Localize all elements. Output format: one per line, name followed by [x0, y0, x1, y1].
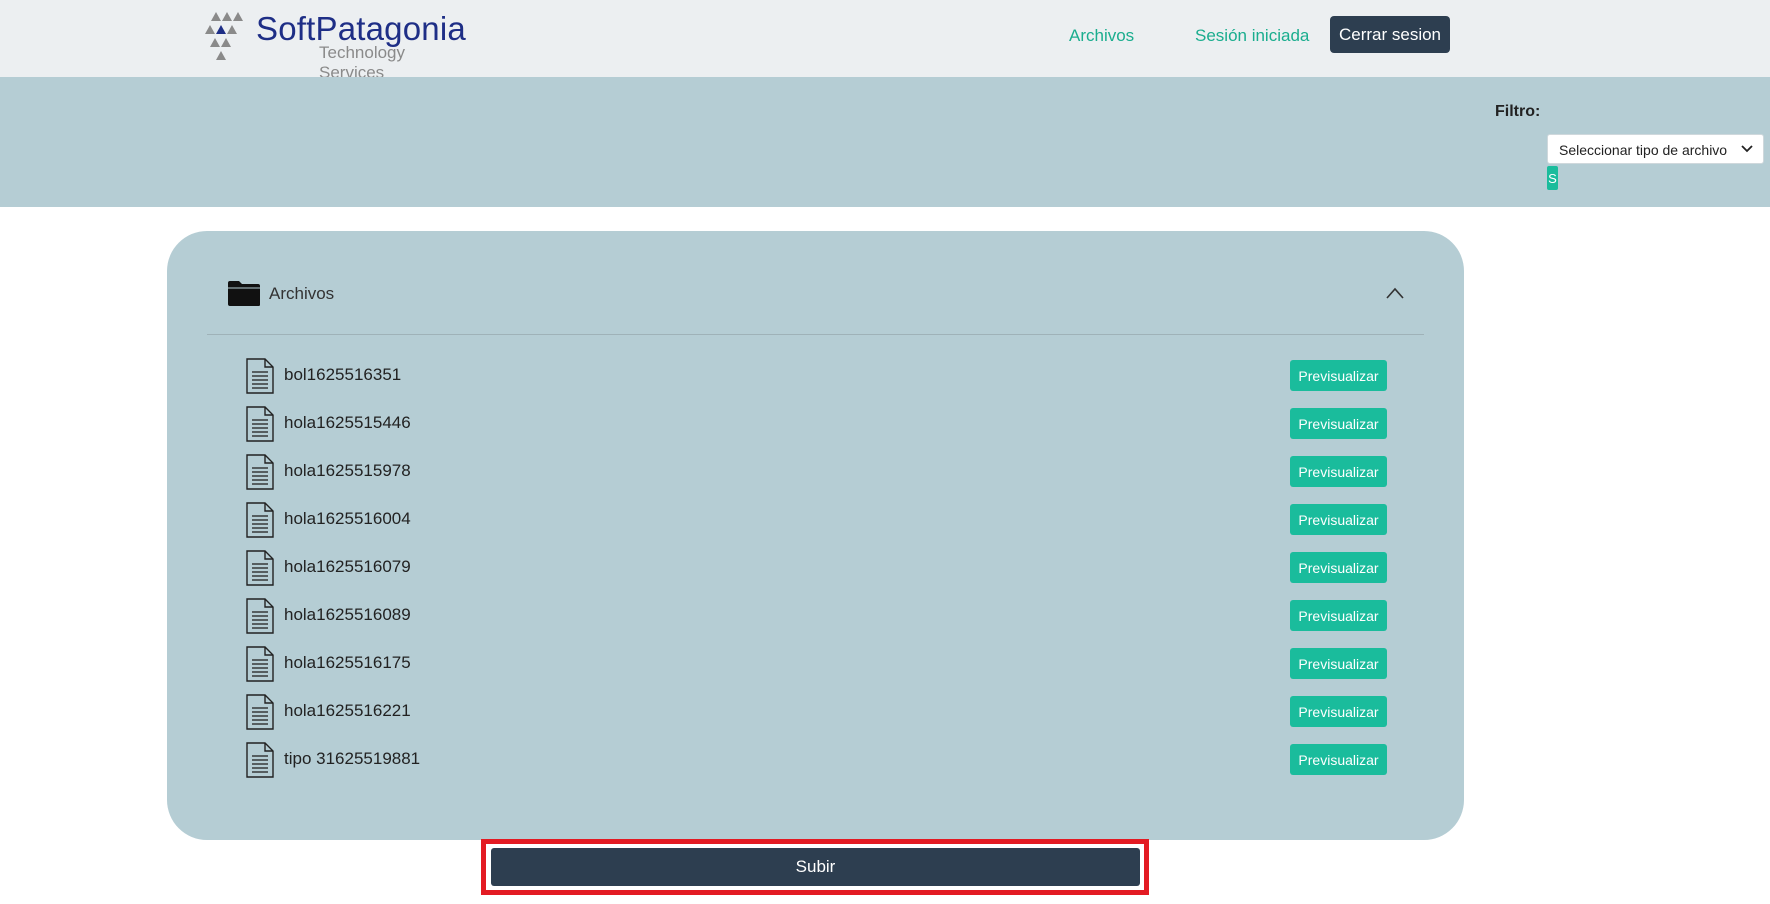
document-icon	[246, 406, 274, 442]
document-icon	[246, 454, 274, 490]
preview-button[interactable]: Previsualizar	[1290, 600, 1387, 631]
file-list-item[interactable]: hola1625515978 Previsualizar	[245, 454, 1387, 502]
brand-logo[interactable]: SoftPatagonia Technology Services	[200, 10, 470, 82]
chevron-down-icon	[1741, 145, 1753, 153]
file-list-item[interactable]: hola1625516175 Previsualizar	[245, 646, 1387, 694]
document-icon	[246, 358, 274, 394]
file-name: hola1625516079	[284, 557, 411, 576]
folder-icon	[228, 281, 260, 306]
logout-button[interactable]: Cerrar sesion	[1330, 16, 1450, 53]
navbar: SoftPatagonia Technology Services Archiv…	[0, 0, 1770, 82]
document-icon	[246, 550, 274, 586]
filter-submit-button[interactable]: S	[1547, 166, 1558, 190]
file-name: hola1625516221	[284, 701, 411, 720]
preview-button[interactable]: Previsualizar	[1290, 696, 1387, 727]
file-type-select[interactable]: Seleccionar tipo de archivo	[1547, 134, 1764, 164]
file-name: hola1625515446	[284, 413, 411, 432]
upload-button[interactable]: Subir	[491, 848, 1140, 886]
file-name: hola1625516089	[284, 605, 411, 624]
document-icon	[246, 598, 274, 634]
accordion-divider	[207, 334, 1424, 335]
chevron-up-icon[interactable]	[1386, 287, 1404, 299]
file-list-item[interactable]: hola1625515446 Previsualizar	[245, 406, 1387, 454]
file-list-item[interactable]: hola1625516079 Previsualizar	[245, 550, 1387, 598]
file-list-item[interactable]: hola1625516089 Previsualizar	[245, 598, 1387, 646]
files-accordion-title: Archivos	[269, 284, 335, 303]
preview-button[interactable]: Previsualizar	[1290, 456, 1387, 487]
file-name: hola1625516175	[284, 653, 411, 672]
document-icon	[246, 742, 274, 778]
file-name: tipo 31625519881	[284, 749, 421, 768]
preview-button[interactable]: Previsualizar	[1290, 552, 1387, 583]
file-type-select-value: Seleccionar tipo de archivo	[1559, 142, 1728, 158]
file-list-item[interactable]: hola1625516221 Previsualizar	[245, 694, 1387, 742]
nav-link-session[interactable]: Sesión iniciada	[1195, 26, 1309, 46]
nav-link-archivos[interactable]: Archivos	[1069, 26, 1134, 46]
file-list-item[interactable]: hola1625516004 Previsualizar	[245, 502, 1387, 550]
filter-label: Filtro:	[1495, 103, 1541, 120]
document-icon	[246, 694, 274, 730]
preview-button[interactable]: Previsualizar	[1290, 360, 1387, 391]
file-list-item[interactable]: tipo 31625519881 Previsualizar	[245, 742, 1387, 790]
preview-button[interactable]: Previsualizar	[1290, 648, 1387, 679]
file-name: hola1625515978	[284, 461, 411, 480]
files-accordion-header[interactable]: Archivos	[207, 279, 1424, 329]
document-icon	[246, 502, 274, 538]
document-icon	[246, 646, 274, 682]
preview-button[interactable]: Previsualizar	[1290, 408, 1387, 439]
filter-bar: Filtro: Seleccionar tipo de archivo S	[0, 77, 1770, 207]
file-name: bol1625516351	[284, 365, 402, 384]
preview-button[interactable]: Previsualizar	[1290, 744, 1387, 775]
preview-button[interactable]: Previsualizar	[1290, 504, 1387, 535]
files-panel: Archivos bol1625516351 Previsualizar hola1…	[167, 231, 1464, 840]
logo-triangles-icon	[205, 12, 243, 60]
file-list-item[interactable]: bol1625516351 Previsualizar	[245, 358, 1387, 406]
file-name: hola1625516004	[284, 509, 411, 528]
